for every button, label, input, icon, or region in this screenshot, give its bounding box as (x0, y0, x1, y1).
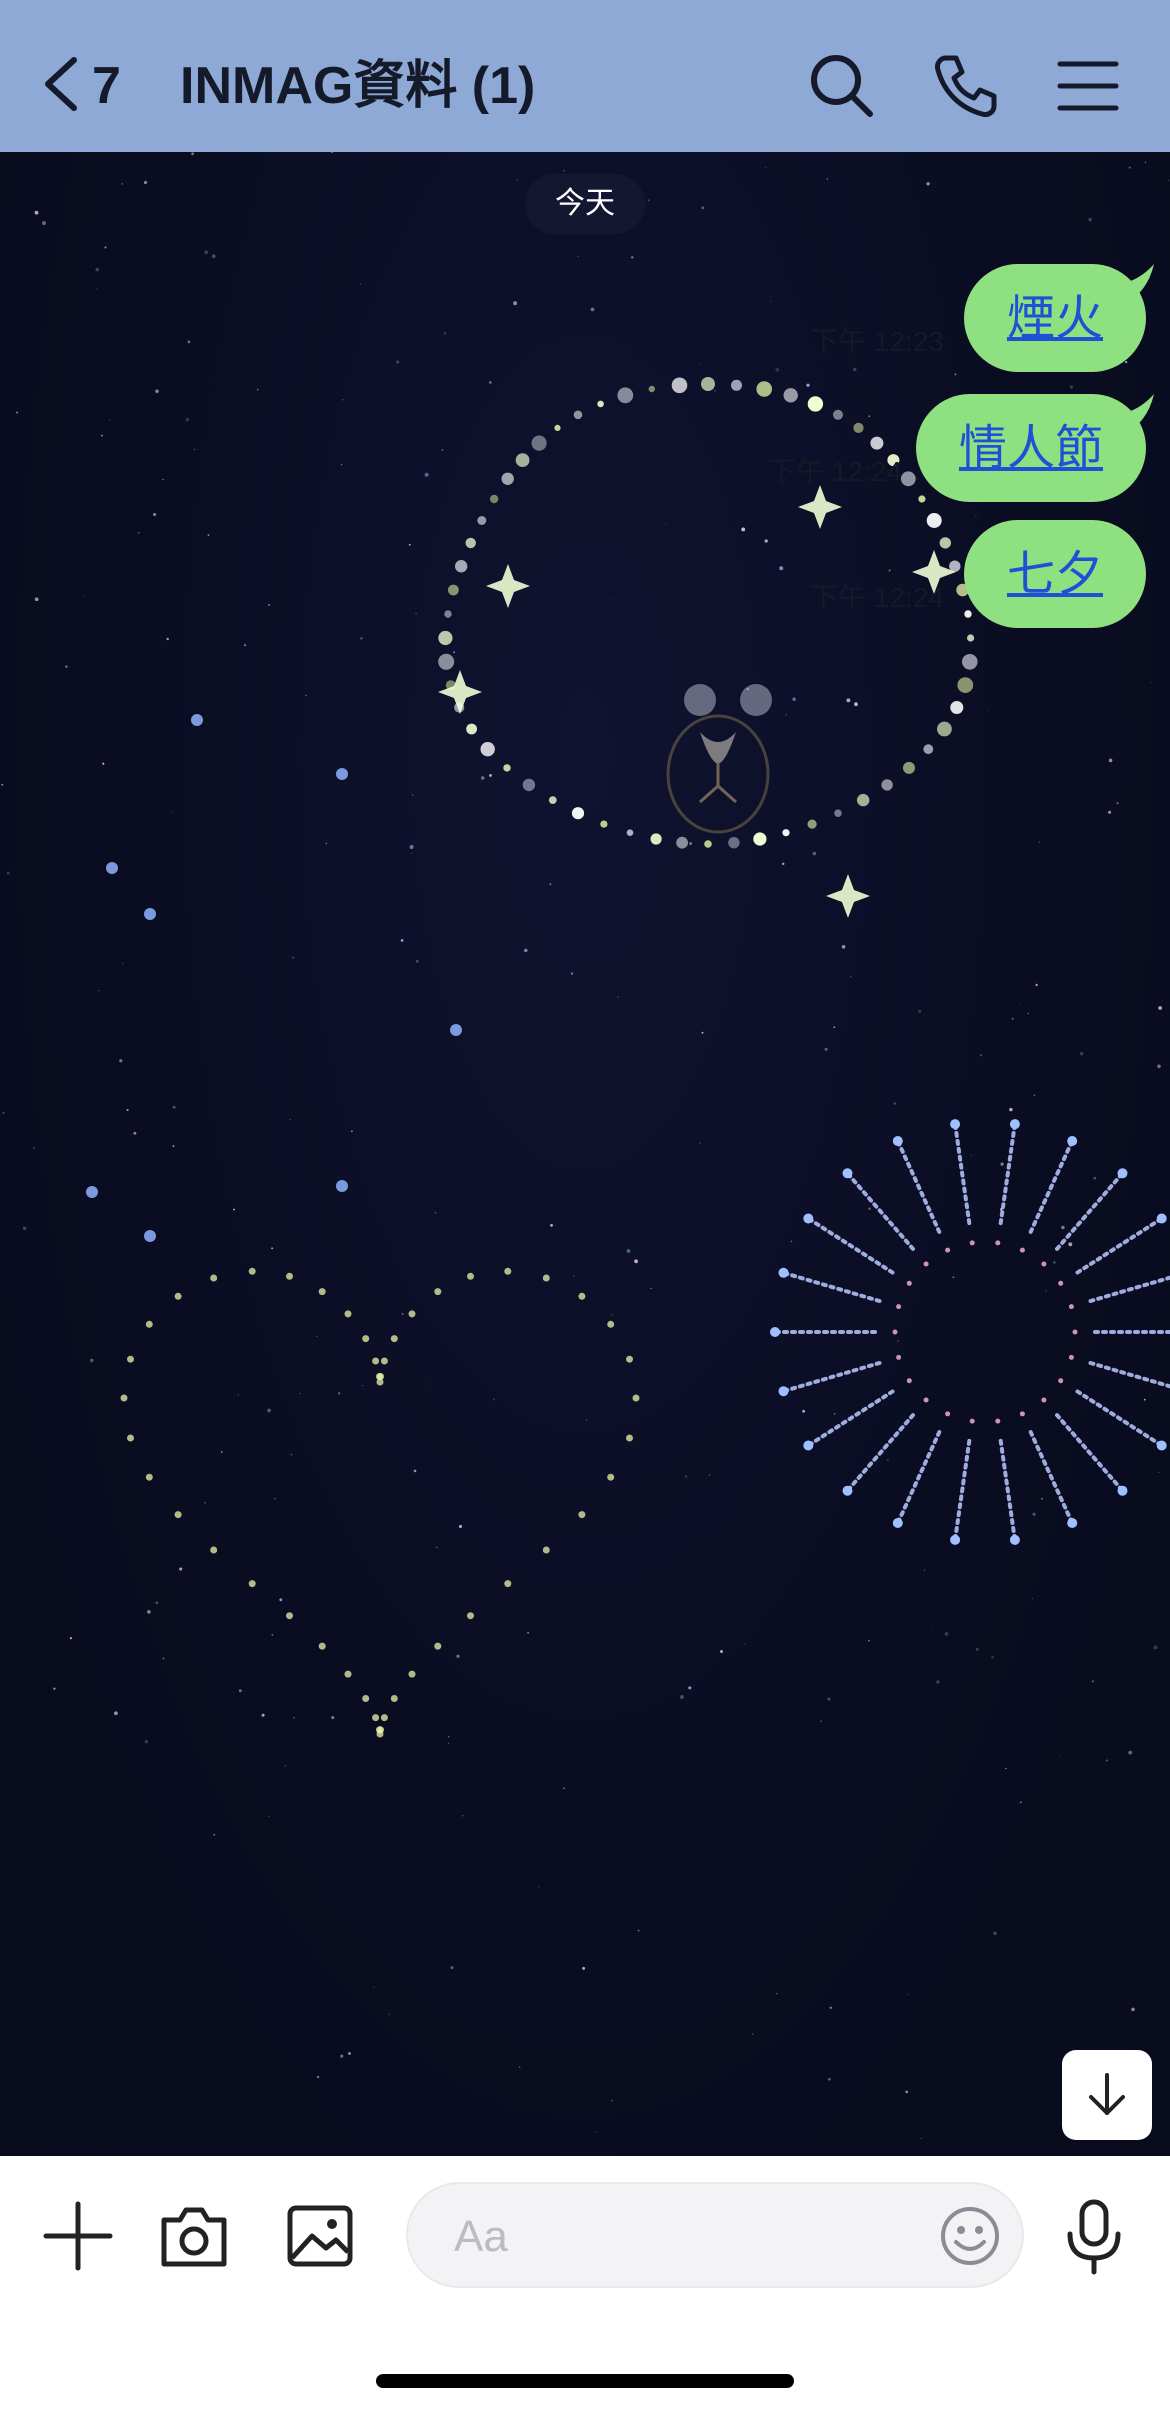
microphone-icon[interactable] (1054, 2196, 1134, 2276)
message-bubble[interactable]: 情人節 (916, 394, 1154, 502)
plus-icon[interactable] (40, 2198, 116, 2274)
message-bubble[interactable]: 七夕 (964, 520, 1146, 628)
home-indicator (376, 2374, 794, 2388)
bubble-tail (1118, 394, 1154, 432)
chevron-left-icon[interactable] (38, 52, 86, 116)
message-input[interactable] (452, 2206, 896, 2268)
emoji-icon[interactable] (938, 2204, 1002, 2268)
bear-face (666, 684, 772, 834)
scroll-to-bottom-button[interactable] (1062, 2050, 1152, 2140)
arrow-down-icon (1089, 2073, 1125, 2115)
message-time: 下午 12:23 (810, 326, 944, 357)
message-input-field[interactable] (406, 2182, 1024, 2288)
chat-header: 7 INMAG資料 (1) (0, 0, 1170, 152)
image-icon[interactable] (282, 2198, 358, 2274)
search-icon[interactable] (808, 52, 876, 120)
bubble-tail (1118, 264, 1154, 302)
chat-title[interactable]: INMAG資料 (1) (180, 54, 535, 118)
message-bubble[interactable]: 煙火 (964, 264, 1154, 372)
message-link[interactable]: 七夕 (1007, 520, 1103, 628)
chat-area[interactable]: 今天 下午 12:23 煙火 下午 12:24 情人節 下午 12:24 七夕 (0, 152, 1170, 2156)
unread-count[interactable]: 7 (92, 54, 121, 118)
camera-icon[interactable] (156, 2198, 232, 2274)
message-time: 下午 12:24 (768, 456, 902, 487)
message-time: 下午 12:24 (810, 582, 944, 613)
date-separator: 今天 (525, 174, 645, 234)
input-bar (0, 2156, 1170, 2412)
message-link[interactable]: 情人節 (959, 394, 1103, 502)
message-link[interactable]: 煙火 (1007, 264, 1103, 372)
phone-icon[interactable] (932, 52, 1000, 120)
menu-icon[interactable] (1054, 52, 1122, 120)
